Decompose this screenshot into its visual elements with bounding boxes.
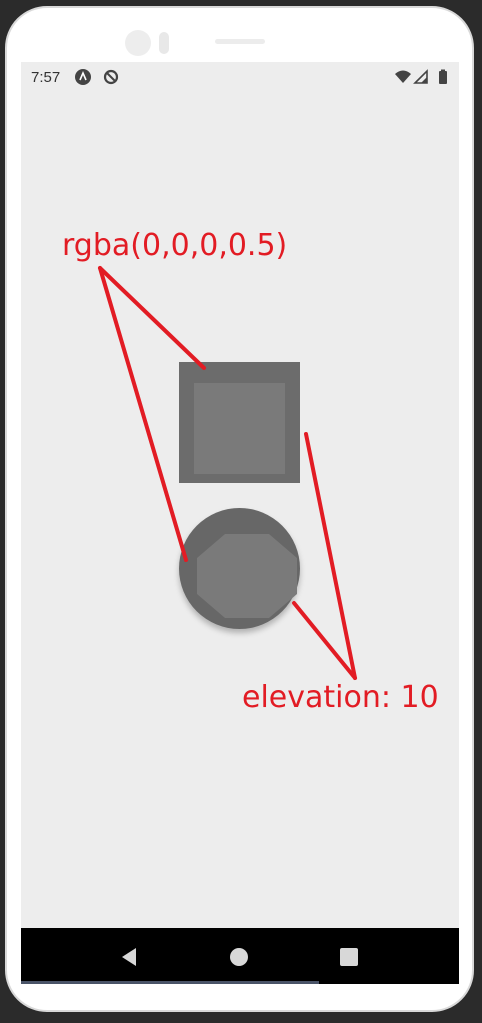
- status-bar: 7:57: [21, 62, 459, 92]
- square-inner-view: [194, 383, 285, 474]
- annotation-top-label: rgba(0,0,0,0.5): [62, 228, 288, 263]
- sync-disabled-icon: [103, 69, 119, 85]
- proximity-sensor: [159, 32, 169, 54]
- annotation-bottom-label: elevation: 10: [242, 680, 439, 715]
- circle-view: [179, 508, 300, 629]
- battery-icon: [439, 69, 447, 84]
- front-camera: [125, 30, 151, 56]
- gesture-indicator: [21, 981, 319, 984]
- cellular-signal-icon: [413, 69, 428, 84]
- wifi-icon: [395, 70, 411, 83]
- back-button[interactable]: [118, 946, 140, 968]
- status-time: 7:57: [31, 69, 61, 86]
- home-button[interactable]: [228, 946, 250, 968]
- octagon-inner-view: [197, 534, 297, 618]
- square-view: [179, 362, 300, 483]
- android-accessibility-icon: [75, 69, 91, 85]
- app-screen: 7:57: [21, 62, 459, 984]
- recents-button[interactable]: [338, 946, 360, 968]
- navigation-bar: [21, 928, 459, 984]
- earpiece-speaker: [215, 39, 265, 44]
